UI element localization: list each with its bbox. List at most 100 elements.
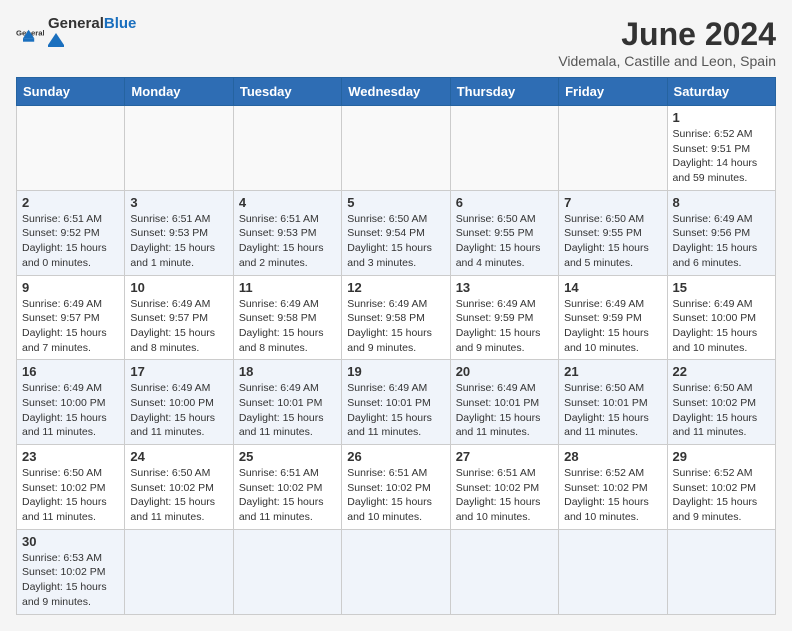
calendar-cell: 24Sunrise: 6:50 AMSunset: 10:02 PMDaylig… bbox=[125, 445, 233, 530]
calendar-cell bbox=[233, 529, 341, 614]
calendar-cell: 30 Sunrise: 6:53 AMSunset: 10:02 PMDaylig… bbox=[17, 529, 125, 614]
day-number: 17 bbox=[130, 364, 227, 379]
calendar-cell: 7Sunrise: 6:50 AMSunset: 9:55 PMDaylight… bbox=[559, 190, 667, 275]
day-info: Sunrise: 6:49 AMSunset: 10:00 PMDaylight… bbox=[673, 297, 770, 356]
calendar-cell bbox=[233, 106, 341, 191]
calendar-cell bbox=[125, 529, 233, 614]
calendar-cell: 2 Sunrise: 6:51 AMSunset: 9:52 PMDaylight… bbox=[17, 190, 125, 275]
weekday-header-friday: Friday bbox=[559, 78, 667, 106]
day-number: 20 bbox=[456, 364, 553, 379]
day-info: Sunrise: 6:49 AMSunset: 10:00 PMDaylight… bbox=[130, 381, 227, 440]
day-number: 30 bbox=[22, 534, 119, 549]
day-number: 18 bbox=[239, 364, 336, 379]
page-header: General GeneralBlue June 2024 Videmala, … bbox=[16, 16, 776, 69]
calendar-cell: 27 Sunrise: 6:51 AMSunset: 10:02 PMDaylig… bbox=[450, 445, 558, 530]
day-number: 4 bbox=[239, 195, 336, 210]
calendar-cell: 1Sunrise: 6:52 AMSunset: 9:51 PMDaylight… bbox=[667, 106, 775, 191]
day-info: Sunrise: 6:50 AMSunset: 10:02 PMDaylight… bbox=[22, 466, 119, 525]
day-number: 3 bbox=[130, 195, 227, 210]
calendar-cell: 19Sunrise: 6:49 AMSunset: 10:01 PMDaylig… bbox=[342, 360, 450, 445]
calendar-cell: 18 Sunrise: 6:49 AMSunset: 10:01 PMDaylig… bbox=[233, 360, 341, 445]
calendar-week-row: 16 Sunrise: 6:49 AMSunset: 10:00 PMDaylig… bbox=[17, 360, 776, 445]
day-number: 19 bbox=[347, 364, 444, 379]
day-info: Sunrise: 6:51 AMSunset: 10:02 PMDaylight… bbox=[239, 466, 336, 525]
day-info: Sunrise: 6:49 AMSunset: 9:59 PMDaylight:… bbox=[456, 297, 553, 356]
calendar-cell bbox=[342, 529, 450, 614]
calendar-cell: 13Sunrise: 6:49 AMSunset: 9:59 PMDayligh… bbox=[450, 275, 558, 360]
weekday-header-tuesday: Tuesday bbox=[233, 78, 341, 106]
day-number: 2 bbox=[22, 195, 119, 210]
weekday-header-thursday: Thursday bbox=[450, 78, 558, 106]
day-number: 10 bbox=[130, 280, 227, 295]
calendar-table: SundayMondayTuesdayWednesdayThursdayFrid… bbox=[16, 77, 776, 615]
calendar-cell: 16 Sunrise: 6:49 AMSunset: 10:00 PMDaylig… bbox=[17, 360, 125, 445]
weekday-header-wednesday: Wednesday bbox=[342, 78, 450, 106]
day-number: 14 bbox=[564, 280, 661, 295]
day-info: Sunrise: 6:49 AMSunset: 10:01 PMDaylight… bbox=[239, 381, 336, 440]
day-info: Sunrise: 6:50 AMSunset: 10:02 PMDaylight… bbox=[130, 466, 227, 525]
calendar-cell: 3 Sunrise: 6:51 AMSunset: 9:53 PMDaylight… bbox=[125, 190, 233, 275]
day-info: Sunrise: 6:49 AMSunset: 10:01 PMDaylight… bbox=[456, 381, 553, 440]
day-info: Sunrise: 6:49 AMSunset: 9:57 PMDaylight:… bbox=[22, 297, 119, 356]
day-info: Sunrise: 6:49 AMSunset: 9:58 PMDaylight:… bbox=[347, 297, 444, 356]
day-number: 26 bbox=[347, 449, 444, 464]
calendar-cell: 15 Sunrise: 6:49 AMSunset: 10:00 PMDaylig… bbox=[667, 275, 775, 360]
weekday-header-monday: Monday bbox=[125, 78, 233, 106]
day-number: 7 bbox=[564, 195, 661, 210]
day-info: Sunrise: 6:52 AMSunset: 10:02 PMDaylight… bbox=[564, 466, 661, 525]
day-info: Sunrise: 6:49 AMSunset: 10:00 PMDaylight… bbox=[22, 381, 119, 440]
title-area: June 2024 Videmala, Castille and Leon, S… bbox=[558, 16, 776, 69]
day-number: 15 bbox=[673, 280, 770, 295]
day-number: 27 bbox=[456, 449, 553, 464]
calendar-cell: 8Sunrise: 6:49 AMSunset: 9:56 PMDaylight… bbox=[667, 190, 775, 275]
location-subtitle: Videmala, Castille and Leon, Spain bbox=[558, 53, 776, 69]
logo-blue: Blue bbox=[104, 15, 137, 32]
day-info: Sunrise: 6:50 AMSunset: 9:55 PMDaylight:… bbox=[456, 212, 553, 271]
calendar-cell: 9Sunrise: 6:49 AMSunset: 9:57 PMDaylight… bbox=[17, 275, 125, 360]
weekday-header-saturday: Saturday bbox=[667, 78, 775, 106]
month-title: June 2024 bbox=[558, 16, 776, 53]
logo-graphic bbox=[48, 31, 98, 47]
day-info: Sunrise: 6:50 AMSunset: 10:01 PMDaylight… bbox=[564, 381, 661, 440]
calendar-week-row: 30 Sunrise: 6:53 AMSunset: 10:02 PMDaylig… bbox=[17, 529, 776, 614]
day-number: 11 bbox=[239, 280, 336, 295]
day-number: 23 bbox=[22, 449, 119, 464]
calendar-week-row: 1Sunrise: 6:52 AMSunset: 9:51 PMDaylight… bbox=[17, 106, 776, 191]
calendar-cell bbox=[450, 529, 558, 614]
day-number: 6 bbox=[456, 195, 553, 210]
calendar-cell: 22Sunrise: 6:50 AMSunset: 10:02 PMDaylig… bbox=[667, 360, 775, 445]
calendar-cell: 11 Sunrise: 6:49 AMSunset: 9:58 PMDayligh… bbox=[233, 275, 341, 360]
calendar-cell: 20 Sunrise: 6:49 AMSunset: 10:01 PMDaylig… bbox=[450, 360, 558, 445]
calendar-cell: 21 Sunrise: 6:50 AMSunset: 10:01 PMDaylig… bbox=[559, 360, 667, 445]
day-number: 1 bbox=[673, 110, 770, 125]
day-info: Sunrise: 6:51 AMSunset: 10:02 PMDaylight… bbox=[456, 466, 553, 525]
calendar-cell: 17 Sunrise: 6:49 AMSunset: 10:00 PMDaylig… bbox=[125, 360, 233, 445]
day-number: 12 bbox=[347, 280, 444, 295]
day-number: 16 bbox=[22, 364, 119, 379]
calendar-cell bbox=[559, 529, 667, 614]
logo-icon: General bbox=[16, 20, 44, 48]
calendar-cell: 23 Sunrise: 6:50 AMSunset: 10:02 PMDaylig… bbox=[17, 445, 125, 530]
logo: General GeneralBlue bbox=[16, 16, 136, 52]
day-info: Sunrise: 6:49 AMSunset: 9:58 PMDaylight:… bbox=[239, 297, 336, 356]
day-info: Sunrise: 6:51 AMSunset: 9:52 PMDaylight:… bbox=[22, 212, 119, 271]
calendar-cell bbox=[559, 106, 667, 191]
calendar-cell: 4 Sunrise: 6:51 AMSunset: 9:53 PMDaylight… bbox=[233, 190, 341, 275]
day-info: Sunrise: 6:51 AMSunset: 9:53 PMDaylight:… bbox=[130, 212, 227, 271]
calendar-cell: 26 Sunrise: 6:51 AMSunset: 10:02 PMDaylig… bbox=[342, 445, 450, 530]
day-info: Sunrise: 6:51 AMSunset: 10:02 PMDaylight… bbox=[347, 466, 444, 525]
day-number: 21 bbox=[564, 364, 661, 379]
day-info: Sunrise: 6:51 AMSunset: 9:53 PMDaylight:… bbox=[239, 212, 336, 271]
calendar-week-row: 9Sunrise: 6:49 AMSunset: 9:57 PMDaylight… bbox=[17, 275, 776, 360]
day-info: Sunrise: 6:53 AMSunset: 10:02 PMDaylight… bbox=[22, 551, 119, 610]
day-number: 29 bbox=[673, 449, 770, 464]
calendar-cell: 29Sunrise: 6:52 AMSunset: 10:02 PMDaylig… bbox=[667, 445, 775, 530]
weekday-header-row: SundayMondayTuesdayWednesdayThursdayFrid… bbox=[17, 78, 776, 106]
calendar-cell bbox=[342, 106, 450, 191]
weekday-header-sunday: Sunday bbox=[17, 78, 125, 106]
calendar-cell: 6 Sunrise: 6:50 AMSunset: 9:55 PMDaylight… bbox=[450, 190, 558, 275]
calendar-cell: 14 Sunrise: 6:49 AMSunset: 9:59 PMDayligh… bbox=[559, 275, 667, 360]
day-number: 22 bbox=[673, 364, 770, 379]
calendar-cell: 28Sunrise: 6:52 AMSunset: 10:02 PMDaylig… bbox=[559, 445, 667, 530]
day-info: Sunrise: 6:49 AMSunset: 9:59 PMDaylight:… bbox=[564, 297, 661, 356]
